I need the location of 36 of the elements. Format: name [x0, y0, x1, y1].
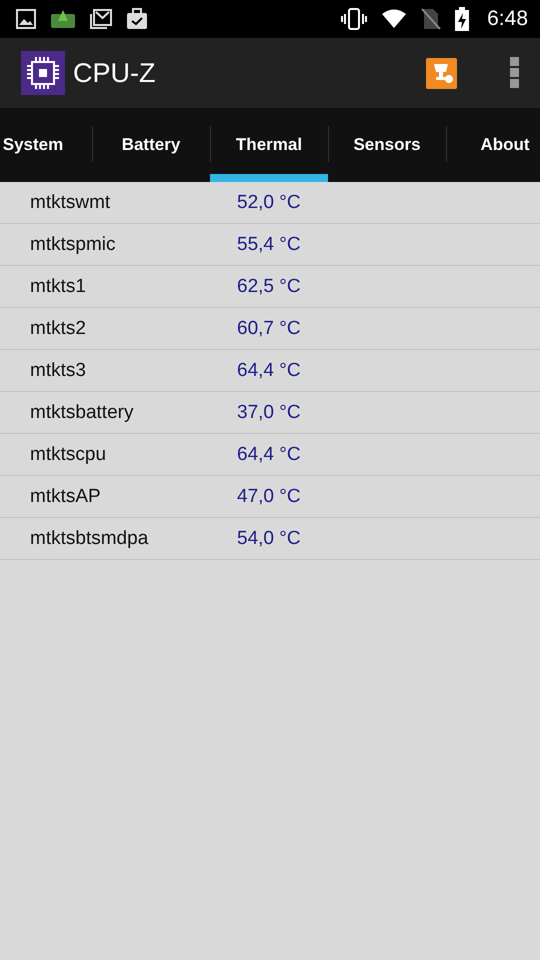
- sensor-name: mtktsAP: [30, 486, 102, 508]
- temperature-value: 64,4 °C: [237, 444, 301, 466]
- temperature-value: 55,4 °C: [237, 234, 301, 256]
- temperature-value: 52,0 °C: [237, 192, 301, 214]
- sensor-name: mtktspmic: [30, 234, 116, 256]
- image-icon: [16, 9, 36, 29]
- temperature-value: 37,0 °C: [237, 402, 301, 424]
- vibrate-icon: [341, 8, 368, 30]
- temperature-value: 62,5 °C: [237, 276, 301, 298]
- sensor-name: mtktscpu: [30, 444, 108, 466]
- more-menu-icon[interactable]: [510, 57, 520, 89]
- chip-icon: [21, 51, 65, 95]
- sensor-name: mtktswmt: [30, 192, 112, 214]
- tab[interactable]: About: [446, 108, 540, 182]
- sensor-name: mtkts1: [30, 276, 87, 298]
- temperature-value: 60,7 °C: [237, 318, 301, 340]
- app-title: CPU-Z: [73, 58, 156, 88]
- battery-charging-icon: [455, 7, 470, 31]
- temperature-value: 54,0 °C: [237, 528, 301, 550]
- tab[interactable]: System: [0, 108, 92, 182]
- briefcase-icon: [126, 8, 148, 30]
- temperature-value: 64,4 °C: [237, 360, 301, 382]
- sensor-name: mtkts2: [30, 318, 87, 340]
- map-icon: [50, 9, 76, 29]
- clock-time: 6:48: [487, 7, 528, 31]
- sensor-name: mtkts3: [30, 360, 87, 382]
- no-sim-icon: [421, 8, 442, 30]
- wifi-icon: [381, 9, 408, 29]
- tab[interactable]: Sensors: [328, 108, 446, 182]
- trophy-icon[interactable]: [426, 58, 457, 88]
- temperature-value: 47,0 °C: [237, 486, 301, 508]
- tab[interactable]: Battery: [92, 108, 210, 182]
- sensor-name: mtktsbattery: [30, 402, 134, 424]
- tab[interactable]: Thermal: [210, 108, 328, 182]
- sensor-name: mtktsbtsmdpa: [30, 528, 150, 550]
- mail-icon: [90, 9, 112, 29]
